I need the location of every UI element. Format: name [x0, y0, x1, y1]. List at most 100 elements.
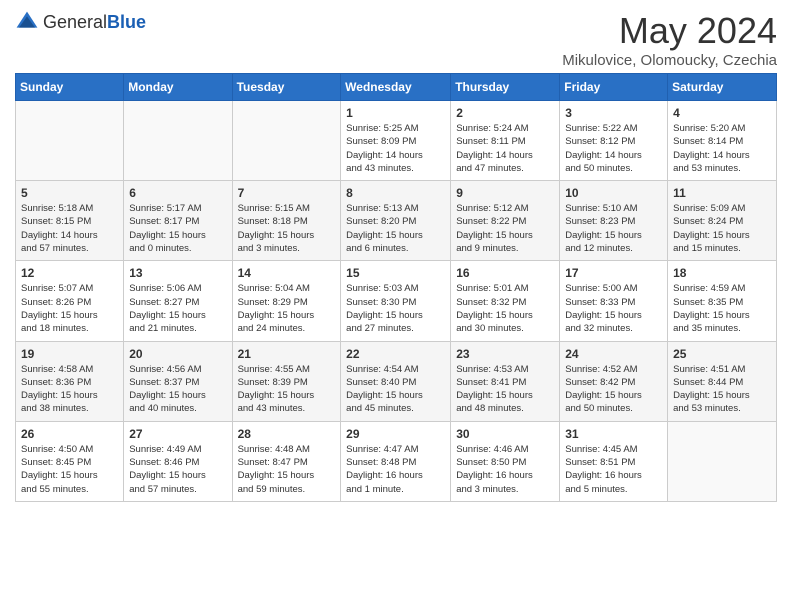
day-info: Sunrise: 4:54 AMSunset: 8:40 PMDaylight:… [346, 363, 445, 416]
calendar-cell: 11 Sunrise: 5:09 AMSunset: 8:24 PMDayligh… [668, 181, 777, 261]
calendar-cell: 30 Sunrise: 4:46 AMSunset: 8:50 PMDayligh… [451, 421, 560, 501]
day-number: 9 [456, 186, 554, 200]
day-number: 19 [21, 347, 118, 361]
day-number: 21 [238, 347, 336, 361]
calendar-cell: 14 Sunrise: 5:04 AMSunset: 8:29 PMDayligh… [232, 261, 341, 341]
day-number: 28 [238, 427, 336, 441]
day-number: 16 [456, 266, 554, 280]
calendar-cell: 31Sunrise: 4:45 AMSunset: 8:51 PMDayligh… [560, 421, 668, 501]
day-info: Sunrise: 5:18 AMSunset: 8:15 PMDaylight:… [21, 202, 118, 255]
header-sunday: Sunday [16, 74, 124, 101]
calendar-cell: 3 Sunrise: 5:22 AMSunset: 8:12 PMDaylight… [560, 101, 668, 181]
calendar-cell [668, 421, 777, 501]
logo-general: GeneralBlue [43, 12, 146, 33]
day-number: 24 [565, 347, 662, 361]
day-number: 3 [565, 106, 662, 120]
day-info: Sunrise: 5:17 AMSunset: 8:17 PMDaylight:… [129, 202, 226, 255]
header-wednesday: Wednesday [341, 74, 451, 101]
location: Mikulovice, Olomoucky, Czechia [562, 52, 777, 69]
logo-icon [15, 10, 39, 34]
day-number: 11 [673, 186, 771, 200]
day-number: 5 [21, 186, 118, 200]
day-number: 27 [129, 427, 226, 441]
calendar-cell: 19 Sunrise: 4:58 AMSunset: 8:36 PMDayligh… [16, 341, 124, 421]
day-info: Sunrise: 5:03 AMSunset: 8:30 PMDaylight:… [346, 282, 445, 335]
calendar-cell: 16 Sunrise: 5:01 AMSunset: 8:32 PMDayligh… [451, 261, 560, 341]
calendar-cell: 25 Sunrise: 4:51 AMSunset: 8:44 PMDayligh… [668, 341, 777, 421]
day-info: Sunrise: 4:47 AMSunset: 8:48 PMDaylight:… [346, 443, 445, 496]
day-number: 25 [673, 347, 771, 361]
calendar-week-1: 1Sunrise: 5:25 AMSunset: 8:09 PMDaylight… [16, 101, 777, 181]
calendar-cell [16, 101, 124, 181]
day-info: Sunrise: 4:51 AMSunset: 8:44 PMDaylight:… [673, 363, 771, 416]
calendar-cell: 13Sunrise: 5:06 AMSunset: 8:27 PMDayligh… [124, 261, 232, 341]
day-info: Sunrise: 4:48 AMSunset: 8:47 PMDaylight:… [238, 443, 336, 496]
day-info: Sunrise: 4:49 AMSunset: 8:46 PMDaylight:… [129, 443, 226, 496]
header-thursday: Thursday [451, 74, 560, 101]
page: GeneralBlue May 2024 Mikulovice, Olomouc… [0, 0, 792, 517]
calendar-cell: 6Sunrise: 5:17 AMSunset: 8:17 PMDaylight… [124, 181, 232, 261]
calendar-cell [232, 101, 341, 181]
day-info: Sunrise: 5:09 AMSunset: 8:24 PMDaylight:… [673, 202, 771, 255]
calendar-week-5: 26Sunrise: 4:50 AMSunset: 8:45 PMDayligh… [16, 421, 777, 501]
day-number: 18 [673, 266, 771, 280]
calendar-cell: 26Sunrise: 4:50 AMSunset: 8:45 PMDayligh… [16, 421, 124, 501]
calendar-cell: 27 Sunrise: 4:49 AMSunset: 8:46 PMDayligh… [124, 421, 232, 501]
day-info: Sunrise: 4:46 AMSunset: 8:50 PMDaylight:… [456, 443, 554, 496]
day-info: Sunrise: 5:12 AMSunset: 8:22 PMDaylight:… [456, 202, 554, 255]
calendar-cell: 23 Sunrise: 4:53 AMSunset: 8:41 PMDayligh… [451, 341, 560, 421]
calendar-cell: 7Sunrise: 5:15 AMSunset: 8:18 PMDaylight… [232, 181, 341, 261]
calendar-cell: 4 Sunrise: 5:20 AMSunset: 8:14 PMDaylight… [668, 101, 777, 181]
day-number: 20 [129, 347, 226, 361]
header-friday: Friday [560, 74, 668, 101]
day-info: Sunrise: 4:45 AMSunset: 8:51 PMDaylight:… [565, 443, 662, 496]
day-info: Sunrise: 5:00 AMSunset: 8:33 PMDaylight:… [565, 282, 662, 335]
day-number: 30 [456, 427, 554, 441]
day-number: 10 [565, 186, 662, 200]
calendar-cell: 21Sunrise: 4:55 AMSunset: 8:39 PMDayligh… [232, 341, 341, 421]
day-info: Sunrise: 4:59 AMSunset: 8:35 PMDaylight:… [673, 282, 771, 335]
calendar-cell: 8Sunrise: 5:13 AMSunset: 8:20 PMDaylight… [341, 181, 451, 261]
calendar-cell: 22 Sunrise: 4:54 AMSunset: 8:40 PMDayligh… [341, 341, 451, 421]
calendar-cell: 18 Sunrise: 4:59 AMSunset: 8:35 PMDayligh… [668, 261, 777, 341]
day-info: Sunrise: 5:01 AMSunset: 8:32 PMDaylight:… [456, 282, 554, 335]
calendar-cell: 10Sunrise: 5:10 AMSunset: 8:23 PMDayligh… [560, 181, 668, 261]
day-number: 23 [456, 347, 554, 361]
day-info: Sunrise: 5:04 AMSunset: 8:29 PMDaylight:… [238, 282, 336, 335]
day-info: Sunrise: 5:20 AMSunset: 8:14 PMDaylight:… [673, 122, 771, 175]
day-info: Sunrise: 4:50 AMSunset: 8:45 PMDaylight:… [21, 443, 118, 496]
day-number: 14 [238, 266, 336, 280]
day-info: Sunrise: 5:15 AMSunset: 8:18 PMDaylight:… [238, 202, 336, 255]
day-number: 4 [673, 106, 771, 120]
day-info: Sunrise: 5:07 AMSunset: 8:26 PMDaylight:… [21, 282, 118, 335]
day-number: 2 [456, 106, 554, 120]
day-info: Sunrise: 5:06 AMSunset: 8:27 PMDaylight:… [129, 282, 226, 335]
header-tuesday: Tuesday [232, 74, 341, 101]
logo: GeneralBlue [15, 10, 146, 34]
header-monday: Monday [124, 74, 232, 101]
day-number: 22 [346, 347, 445, 361]
calendar-week-2: 5 Sunrise: 5:18 AMSunset: 8:15 PMDaylight… [16, 181, 777, 261]
day-info: Sunrise: 5:13 AMSunset: 8:20 PMDaylight:… [346, 202, 445, 255]
calendar: Sunday Monday Tuesday Wednesday Thursday… [15, 73, 777, 502]
calendar-cell: 12Sunrise: 5:07 AMSunset: 8:26 PMDayligh… [16, 261, 124, 341]
day-info: Sunrise: 4:53 AMSunset: 8:41 PMDaylight:… [456, 363, 554, 416]
calendar-cell: 28 Sunrise: 4:48 AMSunset: 8:47 PMDayligh… [232, 421, 341, 501]
calendar-cell: 2 Sunrise: 5:24 AMSunset: 8:11 PMDaylight… [451, 101, 560, 181]
day-info: Sunrise: 4:56 AMSunset: 8:37 PMDaylight:… [129, 363, 226, 416]
month-title: May 2024 [562, 10, 777, 52]
day-info: Sunrise: 4:58 AMSunset: 8:36 PMDaylight:… [21, 363, 118, 416]
calendar-cell: 15Sunrise: 5:03 AMSunset: 8:30 PMDayligh… [341, 261, 451, 341]
calendar-cell [124, 101, 232, 181]
day-info: Sunrise: 5:24 AMSunset: 8:11 PMDaylight:… [456, 122, 554, 175]
day-info: Sunrise: 5:22 AMSunset: 8:12 PMDaylight:… [565, 122, 662, 175]
calendar-week-3: 12Sunrise: 5:07 AMSunset: 8:26 PMDayligh… [16, 261, 777, 341]
calendar-cell: 17Sunrise: 5:00 AMSunset: 8:33 PMDayligh… [560, 261, 668, 341]
calendar-cell: 20 Sunrise: 4:56 AMSunset: 8:37 PMDayligh… [124, 341, 232, 421]
weekday-header-row: Sunday Monday Tuesday Wednesday Thursday… [16, 74, 777, 101]
header-saturday: Saturday [668, 74, 777, 101]
day-number: 29 [346, 427, 445, 441]
calendar-week-4: 19 Sunrise: 4:58 AMSunset: 8:36 PMDayligh… [16, 341, 777, 421]
calendar-cell: 29 Sunrise: 4:47 AMSunset: 8:48 PMDayligh… [341, 421, 451, 501]
header: GeneralBlue May 2024 Mikulovice, Olomouc… [15, 10, 777, 69]
